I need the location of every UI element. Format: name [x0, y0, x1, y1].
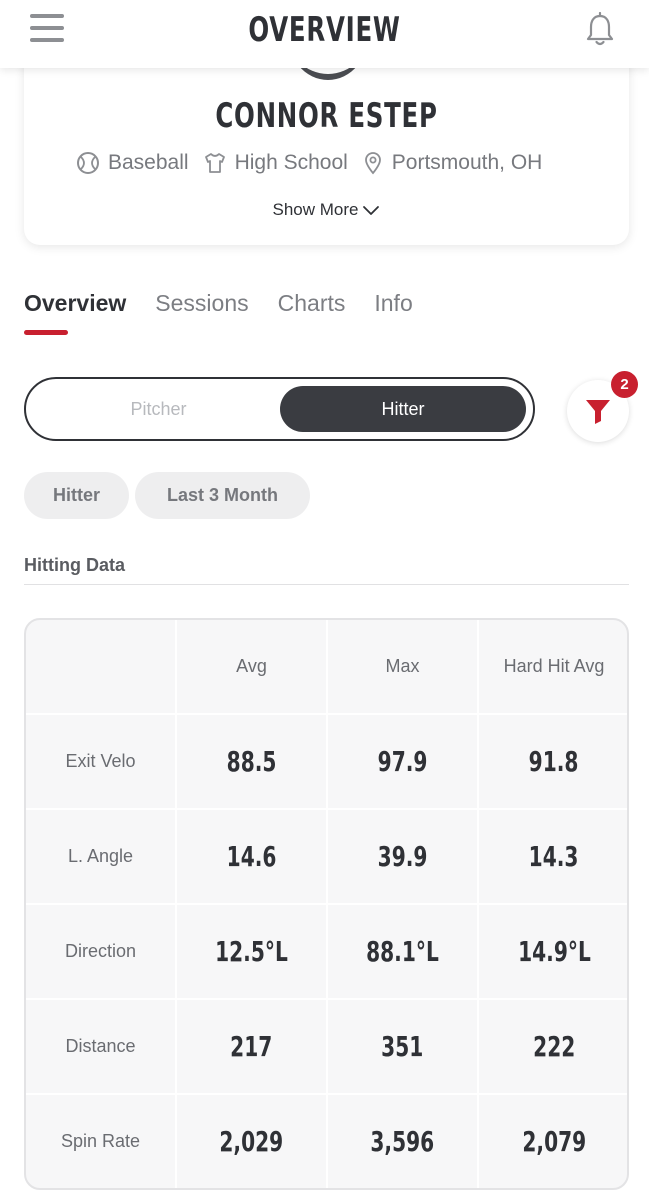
sport-label: Baseball	[108, 151, 189, 174]
table-header-cell: Max	[328, 620, 479, 715]
divider	[24, 584, 629, 585]
table-cell: 2,029	[177, 1095, 328, 1188]
table-cell: 14.9°L	[479, 905, 627, 1000]
table-cell: 2,079	[522, 1125, 586, 1158]
sport-meta: Baseball	[76, 151, 189, 175]
table-cell: 222	[479, 1000, 627, 1095]
hitting-data-table: Avg Max Hard Hit Avg Exit Velo 88.5 97.9…	[24, 618, 629, 1190]
table-cell: 97.9	[328, 715, 479, 810]
table-header-cell: Avg	[177, 620, 328, 715]
row-label: Distance	[26, 1000, 177, 1095]
location-meta: Portsmouth, OH	[362, 151, 543, 175]
active-tab-indicator	[24, 330, 68, 335]
top-app-bar: OVERVIEW	[0, 0, 649, 68]
baseball-icon	[77, 152, 99, 174]
tab-overview[interactable]: Overview	[24, 290, 126, 340]
table-cell: 88.5	[177, 715, 328, 810]
table-cell: 91.8	[479, 715, 627, 810]
row-label: Exit Velo	[26, 715, 177, 810]
section-title: Hitting Data	[24, 555, 125, 575]
table-cell: 351	[328, 1000, 479, 1095]
table-cell: 14.3	[479, 810, 627, 905]
row-label: Spin Rate	[26, 1095, 177, 1188]
chip-time-range[interactable]: Last 3 Month	[135, 472, 310, 519]
tab-charts[interactable]: Charts	[278, 290, 346, 340]
table-header-cell: Hard Hit Avg	[479, 620, 627, 715]
show-more-button[interactable]: Show More	[24, 200, 629, 220]
show-more-label: Show More	[272, 200, 359, 219]
level-label: High School	[234, 151, 348, 174]
hamburger-menu-icon[interactable]	[30, 14, 64, 42]
profile-meta: Baseball High School Portsmouth, OH	[76, 148, 556, 178]
jersey-icon	[204, 153, 225, 173]
page-title: OVERVIEW	[248, 10, 401, 50]
table-cell: 88.1°L	[328, 905, 479, 1000]
tab-bar: Overview Sessions Charts Info	[24, 290, 442, 340]
profile-card: CONNOR ESTEP Baseball High School Portsm…	[24, 40, 629, 245]
hitter-option[interactable]: Hitter	[280, 386, 526, 432]
table-cell: 12.5°L	[177, 905, 328, 1000]
table-header-cell	[26, 620, 177, 715]
chevron-down-icon	[363, 206, 380, 215]
location-pin-icon	[364, 152, 381, 175]
tab-info[interactable]: Info	[374, 290, 412, 340]
tab-sessions[interactable]: Sessions	[155, 290, 248, 340]
filter-count-badge: 2	[611, 371, 638, 398]
table-cell: 39.9	[328, 810, 479, 905]
table-cell: 217	[177, 1000, 328, 1095]
pitcher-option[interactable]: Pitcher	[36, 386, 281, 432]
chip-hitter[interactable]: Hitter	[24, 472, 129, 519]
row-label: L. Angle	[26, 810, 177, 905]
table-cell: 14.6	[177, 810, 328, 905]
role-toggle: Pitcher Hitter	[24, 377, 535, 441]
table-cell: 3,596	[328, 1095, 479, 1188]
location-label: Portsmouth, OH	[391, 151, 543, 174]
row-label: Direction	[26, 905, 177, 1000]
player-name: CONNOR ESTEP	[215, 96, 438, 136]
bell-icon[interactable]	[584, 11, 616, 48]
level-meta: High School	[203, 151, 348, 175]
